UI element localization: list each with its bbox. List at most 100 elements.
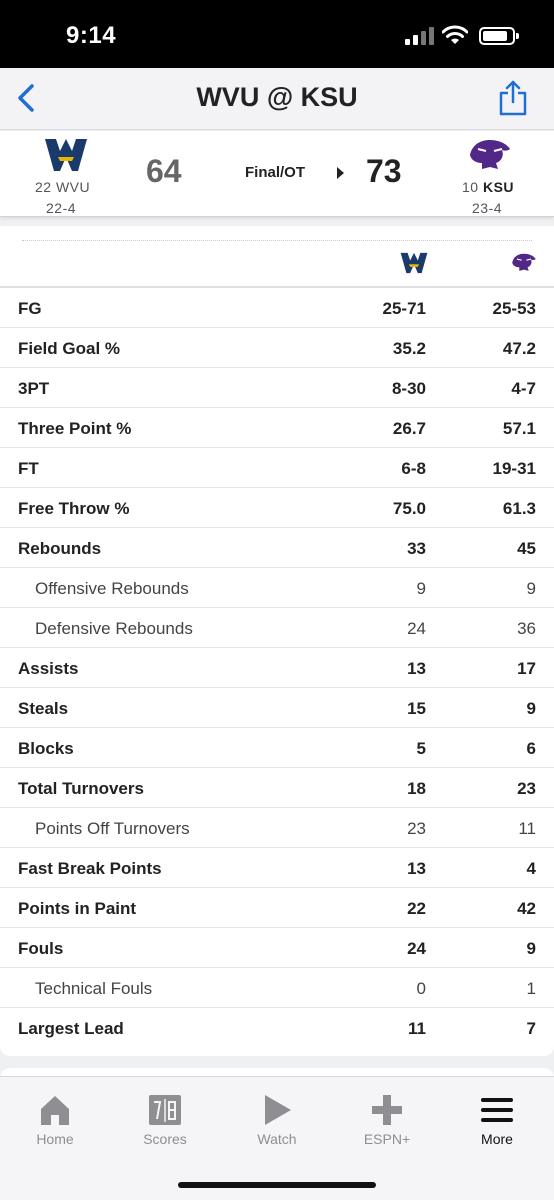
stat-away-value: 22	[407, 899, 426, 918]
hamburger-icon	[481, 1098, 513, 1122]
stat-label: Rebounds	[18, 539, 102, 558]
stat-label: Three Point %	[18, 419, 132, 438]
stat-away-value: 18	[407, 779, 426, 798]
stat-row-fast-break: Fast Break Points 13 4	[0, 848, 554, 888]
stat-label: Fouls	[18, 939, 64, 958]
stat-home-value: 9	[526, 939, 536, 958]
stat-home-value: 17	[517, 659, 536, 678]
tab-label: ESPN+	[363, 1131, 411, 1147]
home-team-record: 23-4	[472, 200, 503, 216]
stat-label: Free Throw %	[18, 499, 130, 518]
stat-row-steals: Steals 15 9	[0, 688, 554, 728]
stat-away-value: 33	[407, 539, 426, 558]
stat-label: Assists	[18, 659, 79, 678]
status-bar: 9:14	[0, 0, 554, 68]
stat-away-value: 15	[407, 699, 426, 718]
stat-row-assists: Assists 13 17	[0, 648, 554, 688]
stat-home-value: 11	[518, 819, 536, 838]
tab-scores[interactable]: Scores	[110, 1077, 220, 1157]
away-team-rank: 22	[35, 179, 52, 195]
stat-home-value: 47.2	[502, 339, 536, 358]
stat-away-value: 23	[407, 819, 426, 838]
stat-row-ft-pct: Free Throw % 75.0 61.3	[0, 488, 554, 528]
stat-away-value: 26.7	[392, 419, 426, 438]
stat-away-value: 24	[407, 939, 426, 958]
stat-row-turnovers: Total Turnovers 18 23	[0, 768, 554, 808]
stat-away-value: 11	[408, 1019, 426, 1038]
stat-row-3pt-pct: Three Point % 26.7 57.1	[0, 408, 554, 448]
stat-home-value: 9	[526, 579, 536, 598]
stat-away-value: 35.2	[392, 339, 426, 358]
stat-home-value: 45	[517, 539, 536, 558]
stat-row-rebounds: Rebounds 33 45	[0, 528, 554, 568]
play-icon	[265, 1095, 291, 1125]
stat-away-value: 6-8	[401, 459, 426, 478]
stat-row-points-in-paint: Points in Paint 22 42	[0, 888, 554, 928]
stat-row-fg-pct: Field Goal % 35.2 47.2	[0, 328, 554, 368]
stat-home-value: 4	[526, 859, 536, 878]
stat-away-value: 13	[407, 859, 426, 878]
tab-label: More	[481, 1131, 513, 1147]
stat-home-value: 4-7	[511, 379, 536, 398]
ksu-wildcat-logo-icon[interactable]	[468, 137, 512, 171]
wifi-icon	[442, 25, 468, 44]
stat-row-points-off-turnovers: Points Off Turnovers 23 11	[0, 808, 554, 848]
stat-row-off-rebounds: Offensive Rebounds 9 9	[0, 568, 554, 608]
share-icon[interactable]	[498, 80, 528, 116]
home-team-rank: 10	[462, 179, 479, 195]
stat-away-value: 13	[407, 659, 426, 678]
stat-label: FG	[18, 299, 42, 318]
home-indicator[interactable]	[178, 1182, 376, 1188]
stat-away-value: 0	[416, 979, 426, 998]
away-score: 64	[146, 153, 182, 189]
stat-label: Offensive Rebounds	[35, 579, 189, 598]
scoreboard: 22 WVU 22-4 64 Final/OT 73 10 KSU 23-4	[0, 131, 554, 217]
divider	[22, 240, 532, 241]
stat-away-value: 24	[407, 619, 426, 638]
stat-label: Steals	[18, 699, 69, 718]
stat-home-value: 6	[526, 739, 536, 758]
stat-label: Defensive Rebounds	[35, 619, 193, 638]
stat-row-blocks: Blocks 5 6	[0, 728, 554, 768]
home-team-name[interactable]: 10 KSU	[462, 179, 514, 195]
plus-icon	[372, 1095, 402, 1125]
stat-row-fouls: Fouls 24 9	[0, 928, 554, 968]
stat-label: Total Turnovers	[18, 779, 144, 798]
tab-label: Scores	[143, 1131, 187, 1147]
stat-home-value: 61.3	[502, 499, 536, 518]
stat-label: 3PT	[18, 379, 50, 398]
stat-away-value: 25-71	[382, 299, 426, 318]
tab-home[interactable]: Home	[0, 1077, 110, 1157]
stat-label: FT	[18, 459, 39, 478]
wvu-logo-icon[interactable]	[44, 135, 88, 175]
stat-away-value: 75.0	[392, 499, 426, 518]
stat-row-largest-lead: Largest Lead 11 7	[0, 1008, 554, 1048]
stat-label: Points in Paint	[18, 899, 137, 918]
stat-home-value: 36	[517, 619, 536, 638]
house-icon	[41, 1096, 69, 1125]
tab-espn-plus[interactable]: ESPN+	[332, 1077, 442, 1157]
stat-home-value: 25-53	[492, 299, 536, 318]
tab-watch[interactable]: Watch	[222, 1077, 332, 1157]
tab-more[interactable]: More	[442, 1077, 552, 1157]
stat-label: Technical Fouls	[35, 979, 153, 998]
away-team-name[interactable]: 22 WVU	[35, 179, 90, 195]
nav-bar: WVU @ KSU	[0, 68, 554, 130]
stat-row-def-rebounds: Defensive Rebounds 24 36	[0, 608, 554, 648]
stat-home-value: 7	[526, 1019, 536, 1038]
stat-home-value: 9	[526, 699, 536, 718]
stat-away-value: 5	[416, 739, 426, 758]
stat-label: Field Goal %	[18, 339, 121, 358]
away-team-record: 22-4	[46, 200, 77, 216]
stat-row-fg: FG 25-71 25-53	[0, 288, 554, 328]
stat-label: Largest Lead	[18, 1019, 124, 1038]
battery-icon	[479, 27, 519, 45]
ksu-wildcat-logo-icon	[512, 253, 536, 271]
winner-arrow-icon	[337, 167, 344, 179]
stat-row-3pt: 3PT 8-30 4-7	[0, 368, 554, 408]
tab-label: Watch	[257, 1131, 297, 1147]
game-status: Final/OT	[245, 164, 305, 181]
stat-label: Fast Break Points	[18, 859, 162, 878]
stat-row-technical-fouls: Technical Fouls 0 1	[0, 968, 554, 1008]
away-team-abbr: WVU	[55, 179, 91, 195]
